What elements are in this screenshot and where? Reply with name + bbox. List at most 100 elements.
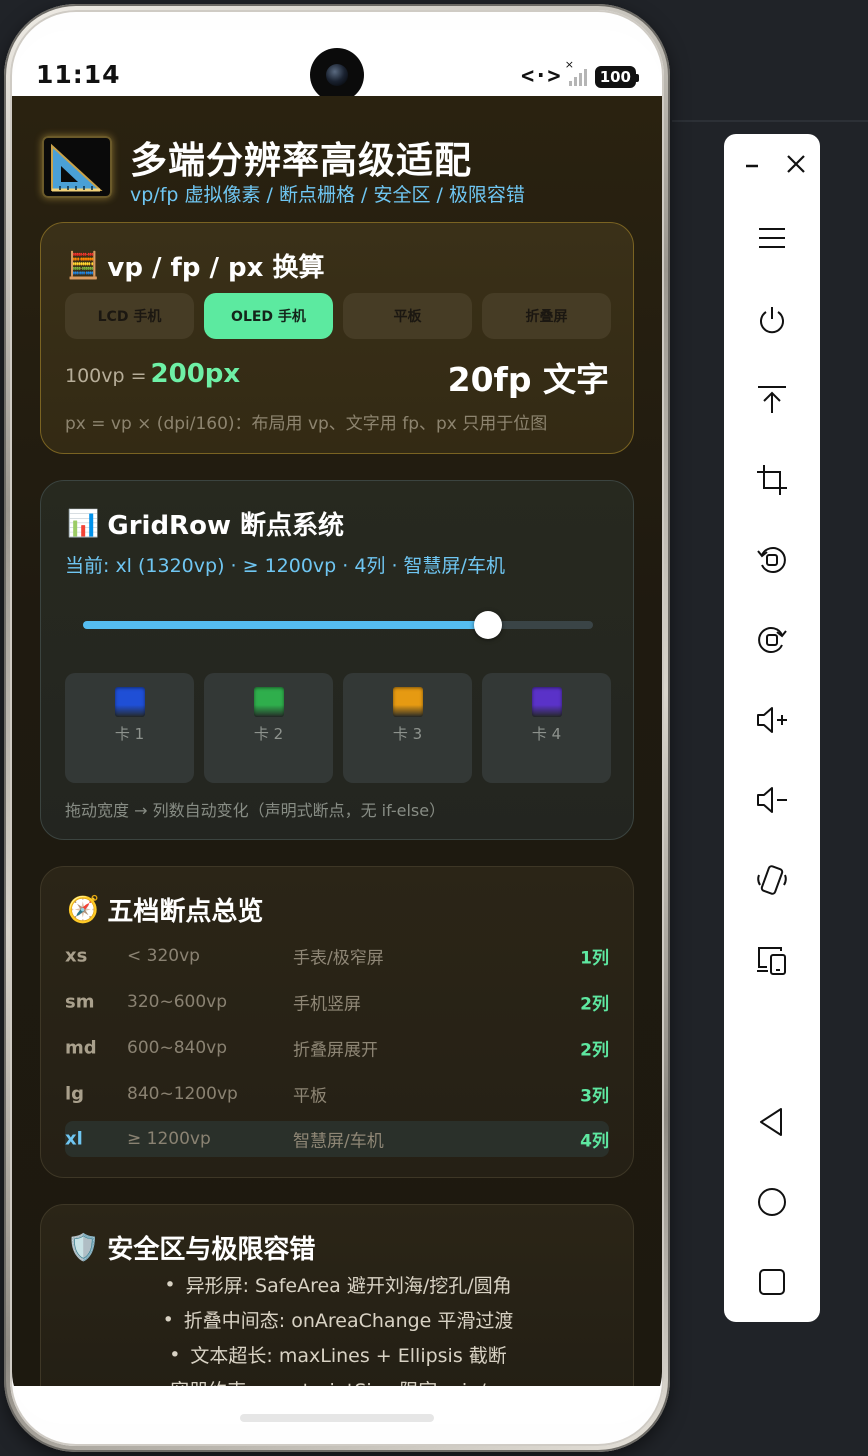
shield-icon: 🛡️ [67,1232,100,1263]
home-indicator[interactable] [240,1414,434,1422]
breakpoint-range: 840~1200vp [127,1084,238,1104]
status-icons: <·> × 100 [520,58,640,89]
list-item: 异形屏: SafeArea 避开刘海/挖孔/圆角 [41,1267,635,1302]
breakpoint-range: ≥ 1200vp [127,1129,211,1149]
gridrow-note: 拖动宽度 → 列数自动变化（声明式断点，无 if-else） [65,801,446,820]
breakpoint-columns: 3列 [580,1086,609,1107]
status-time: 11:14 [36,60,121,89]
table-row: xs < 320vp 手表/极窄屏 1列 [65,933,609,979]
breakpoint-name: xs [65,945,88,967]
breakpoint-device: 手机竖屏 [293,994,361,1015]
grid-card-4: 卡 4 [482,673,611,783]
signal-icon: × [565,58,587,86]
minimize-icon[interactable] [738,150,766,178]
grid-cards: 卡 1 卡 2 卡 3 卡 4 [65,673,611,783]
breakpoint-columns: 1列 [580,948,609,969]
converter-card: 🧮 vp / fp / px 换算 LCD 手机 OLED 手机 平板 折叠屏 … [40,222,634,454]
breakpoint-name: sm [65,991,95,1013]
vp-label: 100vp = [65,365,147,387]
breakpoint-range: < 320vp [127,946,200,966]
volume-up-icon[interactable] [748,696,796,744]
phone-screen: 11:14 <·> × 100 多端分辨率高级适配 vp/fp 虚拟像素 / 断… [12,30,662,1424]
abacus-icon: 🧮 [67,250,100,281]
vp-conversion: 100vp = 200px [65,359,240,389]
tab-foldable[interactable]: 折叠屏 [482,293,611,339]
bar-chart-icon: 📊 [67,508,100,539]
table-row: sm 320~600vp 手机竖屏 2列 [65,979,609,1025]
current-breakpoint-info: 当前: xl (1320vp) · ≥ 1200vp · 4列 · 智慧屏/车机 [65,555,505,577]
breakpoint-device: 平板 [293,1086,327,1107]
gridrow-title: GridRow 断点系统 [107,511,345,541]
close-icon[interactable] [782,150,810,178]
home-icon[interactable] [748,1178,796,1226]
breakpoint-name: xl [65,1128,83,1150]
breakpoints-table: xs < 320vp 手表/极窄屏 1列 sm 320~600vp 手机竖屏 2… [65,933,609,1157]
device-tabs: LCD 手机 OLED 手机 平板 折叠屏 [65,293,611,339]
page-subtitle: vp/fp 虚拟像素 / 断点栅格 / 安全区 / 极限容错 [130,184,525,206]
gridrow-card: 📊 GridRow 断点系统 当前: xl (1320vp) · ≥ 1200v… [40,480,634,840]
px-value: 200px [150,359,241,389]
compass-icon: 🧭 [67,894,100,925]
conversion-formula-note: px = vp × (dpi/160)：布局用 vp、文字用 fp、px 只用于… [65,414,548,434]
breakpoints-title-row: 🧭 五档断点总览 [67,891,263,928]
battery-icon: 100 [594,65,640,88]
breakpoint-device: 智慧屏/车机 [293,1131,384,1152]
safety-title-row: 🛡️ 安全区与极限容错 [67,1229,315,1266]
grid-card-label: 卡 1 [114,725,145,743]
rotate-right-icon[interactable] [748,616,796,664]
power-icon[interactable] [748,296,796,344]
breakpoint-columns: 2列 [580,994,609,1015]
fp-text-sample: 20fp 文字 [447,360,609,399]
rotate-left-icon[interactable] [748,536,796,584]
multi-device-icon[interactable] [748,936,796,984]
tab-tablet[interactable]: 平板 [343,293,472,339]
width-slider[interactable] [83,611,593,639]
breakpoint-columns: 2列 [580,1040,609,1061]
volume-down-icon[interactable] [748,776,796,824]
breakpoints-title: 五档断点总览 [107,897,264,927]
emulator-backdrop-divider [672,120,868,122]
no-service-mark: × [564,57,574,71]
purple-square-icon [531,687,562,717]
table-row: lg 840~1200vp 平板 3列 [65,1071,609,1117]
menu-icon[interactable] [748,214,796,262]
crop-icon[interactable] [748,456,796,504]
back-icon[interactable] [748,1098,796,1146]
page-title: 多端分辨率高级适配 [130,139,472,182]
breakpoint-name: md [65,1037,97,1059]
table-row: md 600~840vp 折叠屏展开 2列 [65,1025,609,1071]
list-item: 折叠中间态: onAreaChange 平滑过渡 [41,1302,635,1337]
breakpoint-name: lg [65,1083,85,1105]
breakpoint-range: 320~600vp [127,992,227,1012]
front-camera [310,48,364,102]
network-icon: <·> [520,64,561,89]
width-slider-fill [83,621,489,629]
safety-list: 异形屏: SafeArea 避开刘海/挖孔/圆角 折叠中间态: onAreaCh… [41,1267,635,1386]
converter-title: vp / fp / px 换算 [107,253,325,283]
set-square-icon [42,136,112,198]
grid-card-1: 卡 1 [65,673,194,783]
status-bar: 11:14 <·> × 100 [12,30,662,102]
list-item: 容器约束: constraintSize 限定 min/max [41,1372,635,1386]
breakpoint-columns: 4列 [580,1131,609,1152]
breakpoint-range: 600~840vp [127,1038,227,1058]
gridrow-title-row: 📊 GridRow 断点系统 [67,505,344,542]
converter-title-row: 🧮 vp / fp / px 换算 [67,247,325,284]
grid-card-label: 卡 4 [531,725,562,743]
pin-top-icon[interactable] [748,376,796,424]
width-slider-thumb[interactable] [474,611,503,639]
grid-card-label: 卡 3 [392,725,423,743]
blue-square-icon [114,687,145,717]
recent-apps-icon[interactable] [748,1258,796,1306]
tab-oled-phone[interactable]: OLED 手机 [204,293,333,339]
tab-lcd-phone[interactable]: LCD 手机 [65,293,194,339]
orange-square-icon [392,687,423,717]
green-square-icon [253,687,284,717]
grid-card-3: 卡 3 [343,673,472,783]
grid-card-label: 卡 2 [253,725,284,743]
safety-card: 🛡️ 安全区与极限容错 异形屏: SafeArea 避开刘海/挖孔/圆角 折叠中… [40,1204,634,1386]
app-content[interactable]: 多端分辨率高级适配 vp/fp 虚拟像素 / 断点栅格 / 安全区 / 极限容错… [12,96,662,1386]
shake-icon[interactable] [748,856,796,904]
list-item: 文本超长: maxLines + Ellipsis 截断 [41,1337,635,1372]
emulator-toolbar [724,134,820,1322]
